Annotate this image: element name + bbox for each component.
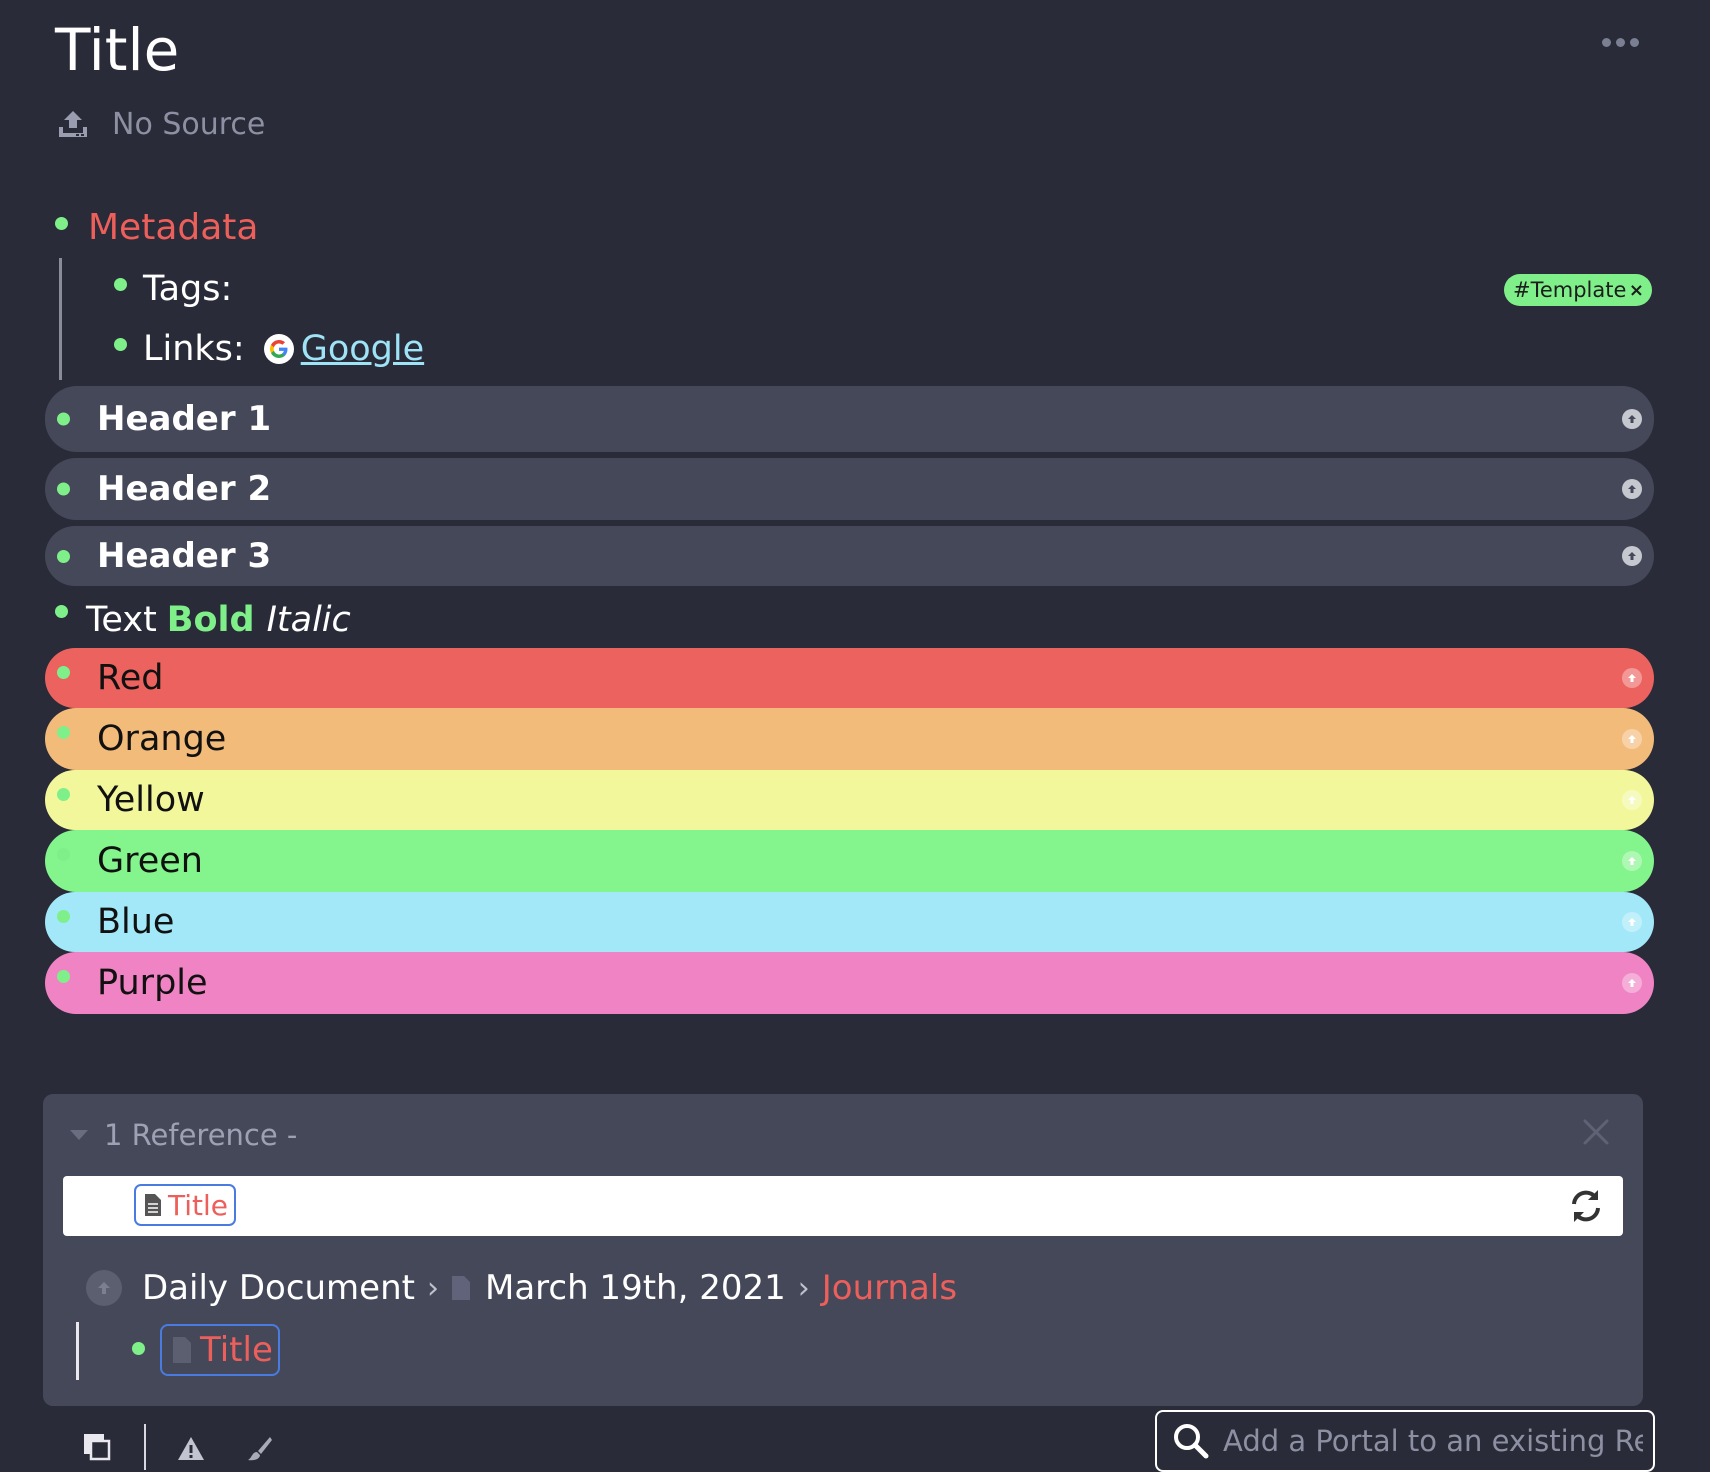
- portal-chip-label: Title: [168, 1188, 229, 1222]
- zoom-up-icon[interactable]: [86, 1270, 122, 1306]
- yellow-row-text[interactable]: Yellow: [97, 780, 205, 820]
- zoom-in-arrow-icon[interactable]: [1622, 479, 1642, 499]
- document-icon: [451, 1276, 470, 1300]
- search-icon: [1174, 1424, 1209, 1459]
- breadcrumb: Daily Document › March 19th, 2021 › Jour…: [86, 1264, 957, 1312]
- breadcrumb-item-journals[interactable]: Journals: [822, 1268, 957, 1308]
- bullet-dot[interactable]: [57, 910, 70, 923]
- tag-chip-label: #Template: [1513, 278, 1627, 302]
- chevron-right-icon: ›: [797, 1270, 810, 1306]
- green-highlight-row[interactable]: Green: [45, 830, 1654, 892]
- warning-icon[interactable]: [176, 1434, 206, 1464]
- google-link[interactable]: Google: [301, 326, 424, 372]
- source-row[interactable]: No Source: [56, 104, 265, 144]
- close-icon[interactable]: [1580, 1116, 1612, 1148]
- paintbrush-icon[interactable]: [244, 1434, 274, 1464]
- zoom-in-arrow-icon[interactable]: [1622, 851, 1642, 871]
- italic-text: Italic: [266, 600, 351, 640]
- purple-highlight-row[interactable]: Purple: [45, 952, 1654, 1014]
- metadata-heading[interactable]: Metadata: [88, 204, 258, 252]
- header-2-text[interactable]: Header 2: [97, 469, 271, 509]
- bullet-dot[interactable]: [57, 970, 70, 983]
- header-1-text[interactable]: Header 1: [97, 399, 271, 439]
- breadcrumb-item-daily-document[interactable]: Daily Document: [142, 1268, 415, 1308]
- indent-guide[interactable]: [59, 258, 62, 380]
- more-options-icon[interactable]: [1602, 34, 1642, 50]
- collapse-caret-icon[interactable]: [70, 1130, 88, 1140]
- zoom-in-arrow-icon[interactable]: [1622, 546, 1642, 566]
- bullet-dot[interactable]: [57, 482, 70, 496]
- header-3-row[interactable]: Header 3: [45, 526, 1654, 586]
- portal-search-box[interactable]: [1155, 1410, 1655, 1472]
- header-1-row[interactable]: Header 1: [45, 386, 1654, 452]
- page-title[interactable]: Title: [55, 14, 179, 86]
- breadcrumb-item-date[interactable]: March 19th, 2021: [485, 1268, 786, 1308]
- bullet-dot[interactable]: [114, 278, 127, 291]
- purple-row-text[interactable]: Purple: [97, 963, 208, 1003]
- green-row-text[interactable]: Green: [97, 841, 203, 881]
- references-heading[interactable]: 1 Reference -: [70, 1118, 297, 1152]
- reference-title-chip[interactable]: Title: [160, 1324, 280, 1376]
- toolbar-divider: [144, 1424, 146, 1470]
- bullet-dot[interactable]: [57, 412, 70, 426]
- bullet-dot[interactable]: [57, 788, 70, 801]
- document-icon: [173, 1337, 191, 1363]
- zoom-in-arrow-icon[interactable]: [1622, 973, 1642, 993]
- yellow-highlight-row[interactable]: Yellow: [45, 770, 1654, 830]
- bullet-dot[interactable]: [57, 666, 70, 679]
- blue-highlight-row[interactable]: Blue: [45, 892, 1654, 952]
- portal-title-chip[interactable]: Title: [134, 1184, 236, 1226]
- zoom-in-arrow-icon[interactable]: [1622, 668, 1642, 688]
- tags-label[interactable]: Tags:: [143, 266, 232, 312]
- portal-bar[interactable]: [63, 1176, 1623, 1236]
- zoom-in-arrow-icon[interactable]: [1622, 409, 1642, 429]
- document-icon: [145, 1194, 161, 1216]
- blue-row-text[interactable]: Blue: [97, 902, 174, 942]
- bullet-dot[interactable]: [132, 1342, 145, 1355]
- chevron-right-icon: ›: [426, 1270, 439, 1306]
- bullet-dot[interactable]: [57, 848, 70, 861]
- zoom-in-arrow-icon[interactable]: [1622, 912, 1642, 932]
- copy-icon[interactable]: [82, 1432, 112, 1462]
- formatted-text-row[interactable]: Text Bold Italic: [56, 596, 351, 644]
- header-2-row[interactable]: Header 2: [45, 458, 1654, 520]
- google-icon: [263, 334, 294, 364]
- portal-search-input[interactable]: [1221, 1423, 1645, 1459]
- links-row: Links: Google: [143, 326, 424, 372]
- zoom-in-arrow-icon[interactable]: [1622, 729, 1642, 749]
- zoom-in-arrow-icon[interactable]: [1622, 790, 1642, 810]
- red-row-text[interactable]: Red: [97, 658, 164, 698]
- bold-text: Bold: [166, 600, 255, 640]
- red-highlight-row[interactable]: Red: [45, 648, 1654, 708]
- plain-text: Text: [86, 600, 157, 640]
- upload-icon[interactable]: [56, 107, 90, 141]
- template-tag-chip[interactable]: #Template ×: [1504, 274, 1652, 306]
- tag-remove-icon[interactable]: ×: [1629, 280, 1644, 301]
- bullet-dot[interactable]: [55, 217, 68, 230]
- orange-highlight-row[interactable]: Orange: [45, 708, 1654, 770]
- bullet-dot[interactable]: [57, 726, 70, 739]
- source-label: No Source: [112, 106, 266, 142]
- bullet-dot[interactable]: [114, 338, 127, 351]
- bullet-dot[interactable]: [57, 550, 70, 563]
- references-count: 1 Reference -: [104, 1118, 298, 1152]
- reference-chip-label: Title: [200, 1330, 273, 1370]
- header-3-text[interactable]: Header 3: [97, 536, 271, 576]
- refresh-icon[interactable]: [1566, 1186, 1606, 1226]
- links-label: Links:: [143, 329, 245, 369]
- indent-guide[interactable]: [76, 1322, 79, 1380]
- orange-row-text[interactable]: Orange: [97, 719, 226, 759]
